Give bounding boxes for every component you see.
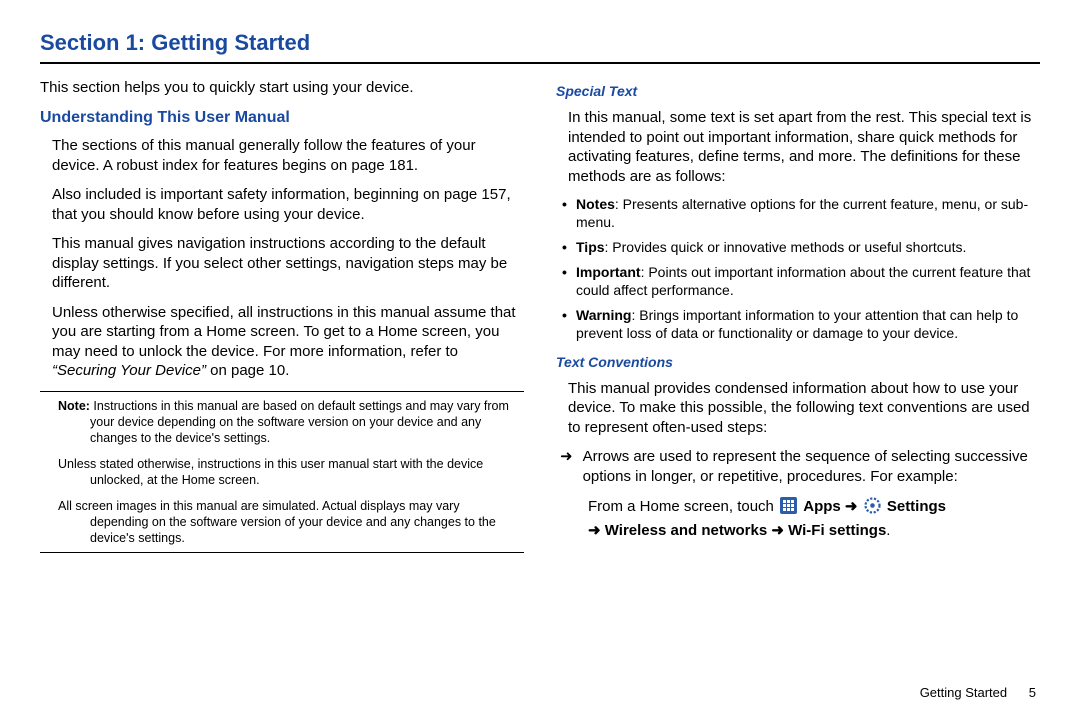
footer-page-number: 5 [1029,685,1036,700]
bullet-notes: Notes: Presents alternative options for … [560,196,1040,232]
bullet-warning: Warning: Brings important information to… [560,307,1040,343]
settings-icon [864,497,881,514]
notes-label: Notes [576,196,615,212]
topic-special-text: Special Text [556,82,1040,100]
apps-label: Apps [803,498,845,515]
definitions-list: Notes: Presents alternative options for … [560,196,1040,342]
left-p3: This manual gives navigation instruction… [52,234,524,293]
two-column-layout: This section helps you to quickly start … [40,78,1040,553]
left-p4: Unless otherwise specified, all instruct… [52,303,524,381]
example-lead: From a Home screen, touch [588,498,778,515]
subheading-understanding: Understanding This User Manual [40,108,524,129]
arrow-2: ➜ [588,522,601,539]
notes-body: : Presents alternative options for the c… [576,196,1028,230]
example-period: . [886,522,890,539]
left-p1: The sections of this manual generally fo… [52,136,524,175]
bullet-important: Important: Points out important informat… [560,264,1040,300]
arrow-3: ➜ [771,522,784,539]
right-p2: This manual provides condensed informati… [568,379,1040,438]
left-column: This section helps you to quickly start … [40,78,524,553]
wifi-label: Wi-Fi settings [788,522,886,539]
right-column: Special Text In this manual, some text i… [556,78,1040,553]
important-label: Important [576,264,641,280]
intro-paragraph: This section helps you to quickly start … [40,78,524,98]
note-3: All screen images in this manual are sim… [44,498,520,546]
note-label: Note: [58,399,90,413]
section-title: Section 1: Getting Started [40,30,1040,56]
tips-body: : Provides quick or innovative methods o… [605,239,967,255]
footer-section-name: Getting Started [920,685,1007,700]
apps-icon [780,497,797,514]
arrow-1: ➜ [845,498,862,515]
note-1-body: Instructions in this manual are based on… [90,399,509,445]
example-sequence: From a Home screen, touch Apps ➜ [588,495,1040,543]
left-p4a: Unless otherwise specified, all instruct… [52,304,516,360]
bullet-tips: Tips: Provides quick or innovative metho… [560,239,1040,257]
arrow-body: Arrows are used to represent the sequenc… [583,447,1040,487]
arrow-explanation: ➜ Arrows are used to represent the seque… [560,447,1040,487]
warning-body: : Brings important information to your a… [576,307,1018,341]
warning-label: Warning [576,307,631,323]
topic-text-conventions: Text Conventions [556,353,1040,371]
important-body: : Points out important information about… [576,264,1030,298]
note-2: Unless stated otherwise, instructions in… [44,456,520,488]
note-1: Note: Instructions in this manual are ba… [44,398,520,446]
arrow-icon: ➜ [560,447,573,487]
manual-page: Section 1: Getting Started This section … [0,0,1080,573]
settings-label: Settings [887,498,946,515]
page-footer: Getting Started 5 [920,685,1036,700]
left-p2: Also included is important safety inform… [52,185,524,224]
note-box: Note: Instructions in this manual are ba… [40,391,524,553]
right-p1: In this manual, some text is set apart f… [568,108,1040,186]
wireless-label: Wireless and networks [605,522,772,539]
title-rule [40,62,1040,64]
left-p4b: on page 10. [206,362,289,379]
securing-link: “Securing Your Device” [52,362,206,379]
tips-label: Tips [576,239,605,255]
